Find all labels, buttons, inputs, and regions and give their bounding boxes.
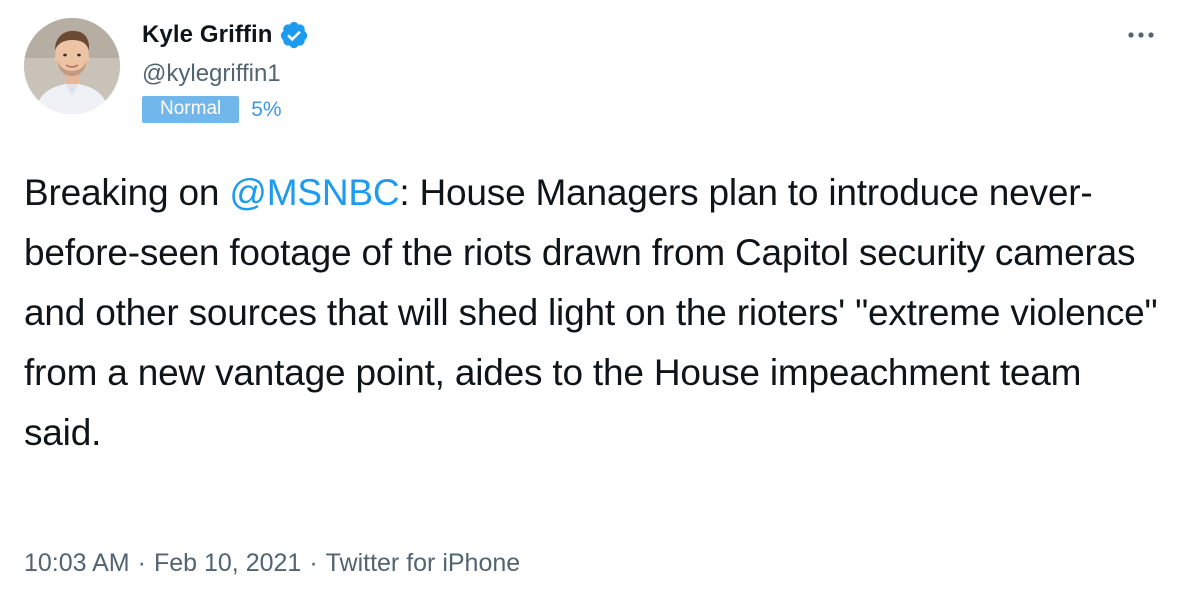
person-avatar-icon <box>24 18 120 114</box>
meta-separator: · <box>309 549 318 577</box>
mention-link[interactable]: @MSNBC <box>229 172 399 213</box>
tweet-time[interactable]: 10:03 AM <box>24 549 130 578</box>
badge-percent: 5% <box>251 97 282 121</box>
tweet-card: Kyle Griffin @kylegriffin1 Normal 5% Bre… <box>0 0 1186 614</box>
avatar[interactable] <box>24 18 120 114</box>
more-options-icon[interactable] <box>1124 26 1158 44</box>
status-badge: Normal <box>142 96 240 123</box>
verified-badge-icon <box>279 20 309 50</box>
tweet-text-rest: : House Managers plan to introduce never… <box>24 172 1158 453</box>
tweet-source[interactable]: Twitter for iPhone <box>326 549 521 578</box>
tweet-meta: 10:03 AM · Feb 10, 2021 · Twitter for iP… <box>24 549 520 578</box>
meta-separator: · <box>137 549 146 577</box>
tweet-date[interactable]: Feb 10, 2021 <box>154 549 301 578</box>
badge-row: Normal 5% <box>142 96 282 123</box>
display-name[interactable]: Kyle Griffin <box>142 21 273 49</box>
author-handle[interactable]: @kylegriffin1 <box>142 60 281 88</box>
author-name-row[interactable]: Kyle Griffin <box>142 20 309 50</box>
tweet-text: Breaking on @MSNBC: House Managers plan … <box>24 163 1164 463</box>
tweet-text-start: Breaking on <box>24 172 230 213</box>
